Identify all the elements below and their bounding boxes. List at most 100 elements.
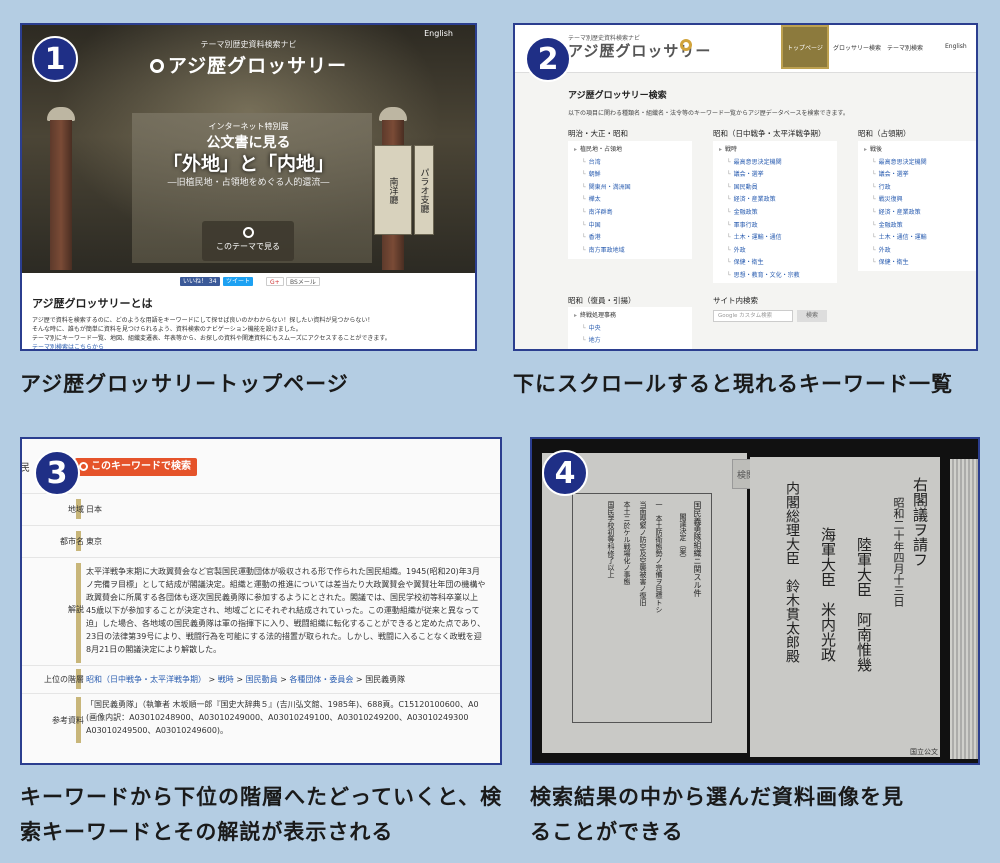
keyword-column: ▸ 戦時 └ 最高意思決定機関 └ 議会・選挙 └ 国民動員 └ 経済・産業政策 └ 金融政… xyxy=(713,141,837,283)
breadcrumb-link[interactable]: 各種団体・委員会 xyxy=(289,675,353,684)
truncated-label: 民 xyxy=(20,463,30,474)
panel-keyword-detail-screenshot: 民 このキーワードで検索 地域 日本 都市名 東京 解説 太平洋戦争末期に大政翼… xyxy=(20,437,502,765)
keyword-link[interactable]: └ 中央 xyxy=(574,323,692,336)
caption-1: アジ歴グロッサリートップページ xyxy=(20,372,349,396)
keyword-link[interactable]: └ 思想・教育・文化・宗教 xyxy=(719,270,837,283)
description-line: 政翼賛会に所属する各団体も逐次国民義勇隊に参加するようにとされた。閣議では、国民… xyxy=(86,593,478,602)
caption-4-line1: 検索結果の中から選んだ資料画像を見 xyxy=(530,785,904,809)
site-search-heading: サイト内検索 xyxy=(713,296,758,305)
handwritten-text: 右閣議ヲ請フ xyxy=(911,477,929,567)
keyword-link[interactable]: └ 議会・選挙 xyxy=(719,169,837,182)
keyword-link[interactable]: └ 経済・産業政策 xyxy=(864,207,976,220)
breadcrumb-link[interactable]: 戦時 xyxy=(218,675,234,684)
region-label: 地域 xyxy=(68,505,84,514)
keyword-link[interactable]: └ 土木・運輸・通信 xyxy=(719,232,837,245)
breadcrumb-link[interactable]: 国民動員 xyxy=(246,675,278,684)
keyword-link[interactable]: └ 南方軍政地域 xyxy=(574,245,692,258)
nav-english[interactable]: English xyxy=(945,43,967,50)
description-label: 解説 xyxy=(68,605,84,614)
tweet-button[interactable]: ツイート xyxy=(223,277,254,286)
description-line: 8月21日の閣議決定により解散した。 xyxy=(86,645,222,654)
keyword-group[interactable]: ▸ 戦後 xyxy=(864,144,976,157)
exhibit-title-3: ―旧植民地・占領地をめぐる人的還流― xyxy=(167,178,330,188)
step-badge-1: 1 xyxy=(32,36,78,82)
description-line: ノ完備ヲ目標」として結成が閣議決定。組織と運動の推進については差当たり大政翼賛会… xyxy=(86,580,486,589)
keyword-link[interactable]: └ 軍事行政 xyxy=(719,220,837,233)
document-text: 国民義勇隊組織ニ関スル件 xyxy=(693,501,702,597)
keyword-link[interactable]: └ 外政 xyxy=(864,245,976,258)
section-title: アジ歴グロッサリー検索 xyxy=(568,91,667,101)
keyword-group[interactable]: ▸ 植民地・占領地 xyxy=(574,144,692,157)
city-label: 都市名 xyxy=(60,537,84,546)
keyword-group[interactable]: ▸ 戦時 xyxy=(719,144,837,157)
like-button[interactable]: いいね！ 34 xyxy=(180,277,220,286)
breadcrumb-current: 国民義勇隊 xyxy=(365,675,406,684)
archive-footer: 国立公文 xyxy=(910,748,938,756)
nav-top-page[interactable]: トップページ xyxy=(781,25,829,69)
step-badge-4: 4 xyxy=(542,450,588,496)
search-by-keyword-button[interactable]: このキーワードで検索 xyxy=(75,458,197,476)
search-icon xyxy=(79,462,88,471)
column-heading: 昭和（占領期） xyxy=(858,129,911,138)
keyword-link[interactable]: └事局 xyxy=(574,348,692,349)
step-badge-2: 2 xyxy=(525,36,571,82)
reference-label: 参考資料 xyxy=(52,716,84,725)
keyword-link[interactable]: └ 議会・選挙 xyxy=(864,169,976,182)
caption-2: 下にスクロールすると現れるキーワード一覧 xyxy=(513,372,953,396)
document-text: 閣議決定（案） xyxy=(679,513,687,562)
document-text: 国民学校初等科修了以上 xyxy=(607,501,615,578)
reference-line: 「国民義勇隊」（執筆者 木坂順一郎『国史大辞典５』(吉川弘文館、1985年)、6… xyxy=(86,700,479,709)
document-text: 当面喫緊ノ防空及空襲被害ノ復旧 xyxy=(639,501,647,606)
keyword-link[interactable]: └ 香港 xyxy=(574,232,692,245)
divider xyxy=(22,693,500,694)
search-icon xyxy=(149,59,164,73)
keyword-link[interactable]: └ 金融政策 xyxy=(864,220,976,233)
site-logo[interactable]: アジ歴グロッサリー xyxy=(22,51,475,78)
keyword-link[interactable]: └ 経済・産業政策 xyxy=(719,194,837,207)
site-subtitle: テーマ別歴史資料検索ナビ xyxy=(200,40,297,49)
about-heading: アジ歴グロッサリーとは xyxy=(32,297,153,310)
keyword-column: ▸ 植民地・占領地 └ 台湾 └ 朝鮮 └ 関東州・満洲国 └ 樺太 └ 南洋群島 └ 中国 … xyxy=(568,141,692,259)
breadcrumb-link[interactable]: 昭和（日中戦争・太平洋戦争期） xyxy=(86,675,206,684)
keyword-link[interactable]: └ 保健・衛生 xyxy=(719,257,837,270)
keyword-link[interactable]: └ 最高意思決定機関 xyxy=(719,157,837,170)
mail-button[interactable]: BSメール xyxy=(286,277,320,286)
gate-cap-left xyxy=(47,107,75,121)
keyword-link[interactable]: └ 地方 xyxy=(574,335,692,348)
keyword-link[interactable]: └ 樺太 xyxy=(574,194,692,207)
divider xyxy=(22,525,500,526)
view-theme-button[interactable]: このテーマで見る xyxy=(202,221,294,261)
document-text: 本土ニ於ケル戦場化ノ事態 xyxy=(623,501,631,585)
keyword-link[interactable]: └ 行政 xyxy=(864,182,976,195)
column-heading: 昭和（復員・引揚） xyxy=(568,296,636,305)
handwritten-text: 内閣総理大臣 鈴木貫太郎殿 xyxy=(784,481,800,663)
document-right-page: 右閣議ヲ請フ 昭和二十年四月十三日 陸軍大臣 阿南惟幾 海軍大臣 米内光政 内閣… xyxy=(750,457,940,757)
keyword-link[interactable]: └ 戦災復興 xyxy=(864,194,976,207)
keyword-link[interactable]: └ 朝鮮 xyxy=(574,169,692,182)
site-search-button[interactable]: 検索 xyxy=(797,310,827,322)
keyword-link[interactable]: └ 国民動員 xyxy=(719,182,837,195)
theme-search-link[interactable]: テーマ別検索はこちらから xyxy=(32,342,104,349)
english-link[interactable]: English xyxy=(424,29,453,38)
hierarchy-label: 上位の階層 xyxy=(44,675,84,684)
keyword-link[interactable]: └ 台湾 xyxy=(574,157,692,170)
search-icon xyxy=(242,227,254,238)
description-line: 23日の法律第39号により、戦闘行為を可能にする法的措置が取られた。しかし、戦闘… xyxy=(86,632,482,641)
handwritten-text: 海軍大臣 米内光政 xyxy=(819,527,837,662)
keyword-link[interactable]: └ 中国 xyxy=(574,220,692,233)
nav-glossary-search[interactable]: グロッサリー検索 xyxy=(833,43,881,52)
description-line: 45歳以下が参加することが決定され、地域ごとにそれぞれ結成されていった。この運動… xyxy=(86,606,480,615)
keyword-link[interactable]: └ 土木・通信・運輸 xyxy=(864,232,976,245)
site-search-input[interactable]: Google カスタム検索 xyxy=(713,310,793,322)
keyword-link[interactable]: └ 関東州・満洲国 xyxy=(574,182,692,195)
nav-theme-search[interactable]: テーマ別検索 xyxy=(887,43,923,52)
keyword-link[interactable]: └ 保健・衛生 xyxy=(864,257,976,270)
keyword-link[interactable]: └ 金融政策 xyxy=(719,207,837,220)
column-heading: 明治・大正・昭和 xyxy=(568,129,628,138)
keyword-group[interactable]: ▸ 終戦処理事務 xyxy=(574,310,692,323)
keyword-link[interactable]: └ 南洋群島 xyxy=(574,207,692,220)
gplus-button[interactable]: G+ xyxy=(266,277,284,286)
keyword-link[interactable]: └ 外政 xyxy=(719,245,837,258)
keyword-link[interactable]: └ 最高意思決定機関 xyxy=(864,157,976,170)
panel-top-page-screenshot: 南洋廳 パラオ支廳 English テーマ別歴史資料検索ナビ アジ歴グロッサリー… xyxy=(20,23,477,351)
